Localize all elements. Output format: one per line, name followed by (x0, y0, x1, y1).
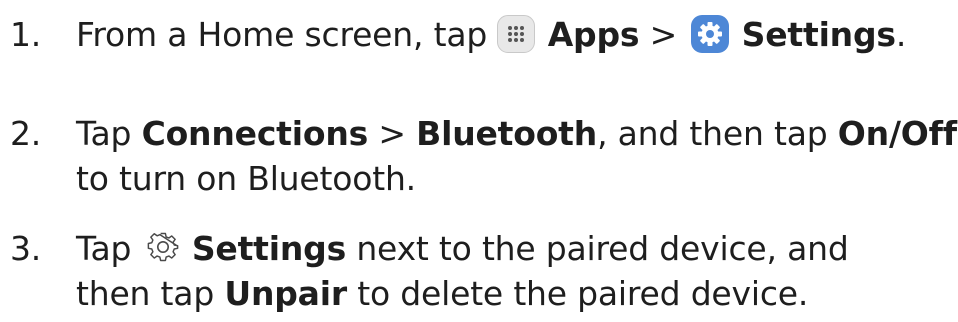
step-text-before: Tap (76, 229, 132, 268)
apps-label: Apps (547, 15, 640, 54)
step-text: Tap Connections > Bluetooth, and then ta… (76, 114, 957, 154)
step-text-middle: , and then tap (597, 114, 828, 153)
unpair-label: Unpair (224, 274, 347, 313)
step-number: 3. (10, 229, 42, 268)
step-number: 1. (10, 15, 42, 54)
connections-label: Connections (141, 114, 369, 153)
step-text: From a Home screen, tap Apps > Settings. (76, 14, 907, 56)
step-text-line-2: to turn on Bluetooth. (76, 159, 416, 198)
step-number: 2. (10, 114, 42, 153)
settings-label: Settings (191, 229, 347, 268)
bluetooth-label: Bluetooth (416, 114, 598, 153)
separator: > (649, 15, 678, 54)
step-text-after: next to the paired device, and (356, 229, 849, 268)
step-text-line-2: then tap Unpair to delete the paired dev… (76, 274, 808, 314)
apps-icon (497, 14, 536, 53)
period: . (895, 15, 907, 54)
step-text-before: then tap (76, 274, 215, 313)
settings-label: Settings (741, 15, 896, 54)
onoff-label: On/Off (837, 114, 957, 153)
step-text-before: Tap (76, 114, 132, 153)
step-text-after: to delete the paired device. (357, 274, 809, 313)
settings-icon (691, 14, 730, 53)
gear-icon (146, 230, 180, 264)
step-text: Tap Settings next to the paired device, … (76, 229, 849, 269)
separator: > (378, 114, 406, 153)
instruction-steps: 1. From a Home screen, tap Apps > Settin… (0, 0, 958, 322)
step-text-before: From a Home screen, tap (76, 15, 488, 54)
